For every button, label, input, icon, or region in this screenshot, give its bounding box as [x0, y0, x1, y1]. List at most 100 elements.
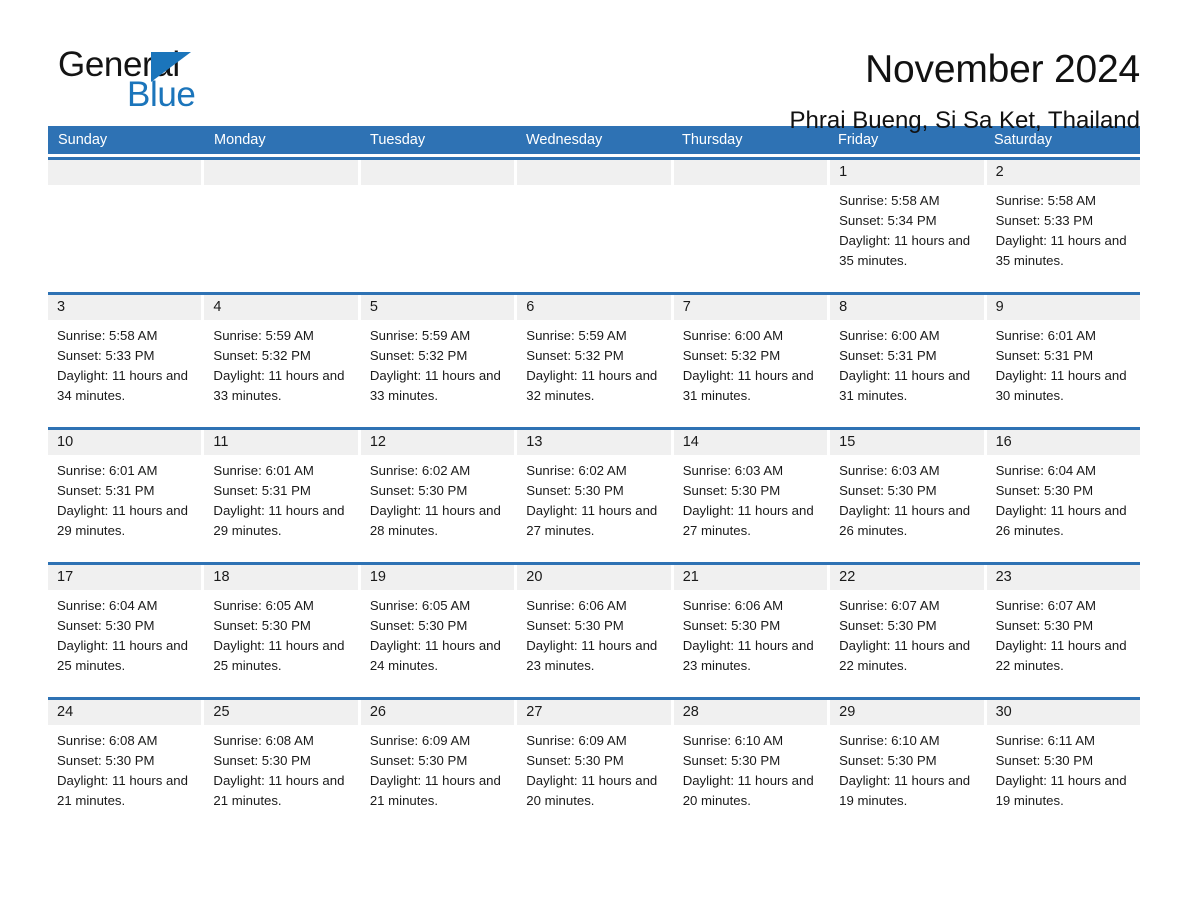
- daylight-text: Daylight: 11 hours and 20 minutes.: [526, 773, 658, 808]
- day-details: Sunrise: 5:59 AM Sunset: 5:32 PM Daylight:…: [361, 320, 514, 406]
- daylight-text: Daylight: 11 hours and 25 minutes.: [213, 638, 345, 673]
- daylight-text: Daylight: 11 hours and 21 minutes.: [57, 773, 188, 808]
- day-cell-30[interactable]: 30 Sunrise: 6:11 AM Sunset: 5:30 PM Dayligh…: [986, 700, 1140, 826]
- day-cell-9[interactable]: 9 Sunrise: 6:01 AM Sunset: 5:31 PM Daylight…: [986, 295, 1140, 421]
- sunrise-text: Sunrise: 6:01 AM: [995, 328, 1096, 343]
- day-details: Sunrise: 6:10 AM Sunset: 5:30 PM Daylight:…: [830, 725, 983, 811]
- general-blue-logo[interactable]: General Blue: [48, 44, 278, 118]
- day-number: 21: [673, 565, 828, 590]
- sunrise-text: Sunrise: 5:59 AM: [369, 328, 471, 343]
- day-number: 12: [360, 430, 515, 455]
- sunrise-text: Sunrise: 6:00 AM: [839, 328, 940, 343]
- day-number: 2: [986, 160, 1140, 185]
- day-details: Sunrise: 6:07 AM Sunset: 5:30 PM Daylight:…: [987, 590, 1140, 676]
- sunrise-text: Sunrise: 6:03 AM: [682, 463, 784, 478]
- day-details: Sunrise: 6:06 AM Sunset: 5:30 PM Daylight:…: [517, 590, 670, 676]
- sunset-text: Sunset: 5:33 PM: [57, 348, 155, 363]
- daylight-text: Daylight: 11 hours and 33 minutes.: [213, 368, 345, 403]
- day-cell-16[interactable]: 16 Sunrise: 6:04 AM Sunset: 5:30 PM Dayligh…: [986, 430, 1140, 556]
- day-number: 17: [48, 565, 202, 590]
- day-cell-8[interactable]: 8 Sunrise: 6:00 AM Sunset: 5:31 PM Daylight…: [830, 295, 984, 421]
- sunrise-text: Sunrise: 5:58 AM: [995, 193, 1096, 208]
- daylight-text: Daylight: 11 hours and 35 minutes.: [995, 233, 1127, 268]
- day-cell-7[interactable]: 7 Sunrise: 6:00 AM Sunset: 5:32 PM Daylight…: [673, 295, 828, 421]
- day-number: 19: [360, 565, 515, 590]
- day-number: 7: [673, 295, 828, 320]
- day-cell-28[interactable]: 28 Sunrise: 6:10 AM Sunset: 5:30 PM Dayligh…: [673, 700, 828, 826]
- sunset-text: Sunset: 5:30 PM: [995, 483, 1094, 498]
- day-cell-24[interactable]: 24 Sunrise: 6:08 AM Sunset: 5:30 PM Dayligh…: [48, 700, 202, 826]
- daylight-text: Daylight: 11 hours and 32 minutes.: [526, 368, 658, 403]
- day-cell-1[interactable]: 1 Sunrise: 5:58 AM Sunset: 5:34 PM Daylight…: [830, 160, 984, 286]
- day-details: Sunrise: 6:08 AM Sunset: 5:30 PM Daylight:…: [204, 725, 357, 811]
- weekday-header-monday: Monday: [214, 132, 266, 148]
- day-cell-25[interactable]: 25 Sunrise: 6:08 AM Sunset: 5:30 PM Dayligh…: [204, 700, 358, 826]
- sunset-text: Sunset: 5:30 PM: [213, 618, 311, 633]
- day-cell-3[interactable]: 3 Sunrise: 5:58 AM Sunset: 5:33 PM Daylight…: [48, 295, 202, 421]
- daylight-text: Daylight: 11 hours and 23 minutes.: [682, 638, 814, 673]
- weekday-header-sunday: Sunday: [58, 132, 108, 148]
- day-details: Sunrise: 6:01 AM Sunset: 5:31 PM Daylight:…: [987, 320, 1140, 406]
- day-cell-empty: [673, 160, 828, 286]
- day-cell-29[interactable]: 29 Sunrise: 6:10 AM Sunset: 5:30 PM Dayligh…: [830, 700, 984, 826]
- sunrise-text: Sunrise: 6:00 AM: [682, 328, 784, 343]
- day-cell-2[interactable]: 2 Sunrise: 5:58 AM Sunset: 5:33 PM Daylight…: [986, 160, 1140, 286]
- day-cell-19[interactable]: 19 Sunrise: 6:05 AM Sunset: 5:30 PM Dayligh…: [360, 565, 515, 691]
- calendar-grid: Sunday Monday Tuesday Wednesday Thursday Frid…: [48, 126, 1140, 826]
- sunset-text: Sunset: 5:30 PM: [213, 753, 311, 768]
- daylight-text: Daylight: 11 hours and 20 minutes.: [682, 773, 814, 808]
- day-details: Sunrise: 6:02 AM Sunset: 5:30 PM Daylight:…: [361, 455, 514, 541]
- sunrise-text: Sunrise: 5:59 AM: [213, 328, 314, 343]
- daylight-text: Daylight: 11 hours and 22 minutes.: [995, 638, 1127, 673]
- day-cell-26[interactable]: 26 Sunrise: 6:09 AM Sunset: 5:30 PM Dayligh…: [360, 700, 515, 826]
- daylight-text: Daylight: 11 hours and 29 minutes.: [57, 503, 188, 538]
- daylight-text: Daylight: 11 hours and 24 minutes.: [369, 638, 501, 673]
- sunrise-text: Sunrise: 6:02 AM: [526, 463, 627, 478]
- day-details: Sunrise: 5:59 AM Sunset: 5:32 PM Daylight:…: [517, 320, 670, 406]
- day-details: Sunrise: 6:09 AM Sunset: 5:30 PM Daylight:…: [517, 725, 670, 811]
- sunset-text: Sunset: 5:30 PM: [995, 753, 1094, 768]
- sunrise-text: Sunrise: 6:07 AM: [995, 598, 1096, 613]
- day-details: Sunrise: 6:08 AM Sunset: 5:30 PM Daylight:…: [48, 725, 201, 811]
- title-block: November 2024 Phrai Bueng, Si Sa Ket, Th…: [790, 44, 1141, 138]
- day-number: 29: [830, 700, 984, 725]
- day-number: 23: [986, 565, 1140, 590]
- day-cell-18[interactable]: 18 Sunrise: 6:05 AM Sunset: 5:30 PM Dayligh…: [204, 565, 358, 691]
- day-details: Sunrise: 6:03 AM Sunset: 5:30 PM Daylight:…: [830, 455, 983, 541]
- sunset-text: Sunset: 5:30 PM: [995, 618, 1094, 633]
- day-cell-17[interactable]: 17 Sunrise: 6:04 AM Sunset: 5:30 PM Dayligh…: [48, 565, 202, 691]
- day-number: 13: [517, 430, 671, 455]
- sunrise-text: Sunrise: 6:06 AM: [682, 598, 784, 613]
- calendar-week-row: 24 Sunrise: 6:08 AM Sunset: 5:30 PM Dayligh…: [48, 697, 1140, 826]
- day-cell-21[interactable]: 21 Sunrise: 6:06 AM Sunset: 5:30 PM Dayligh…: [673, 565, 828, 691]
- sunset-text: Sunset: 5:30 PM: [682, 618, 781, 633]
- sunset-text: Sunset: 5:32 PM: [369, 348, 468, 363]
- day-cell-14[interactable]: 14 Sunrise: 6:03 AM Sunset: 5:30 PM Dayligh…: [673, 430, 828, 556]
- day-cell-23[interactable]: 23 Sunrise: 6:07 AM Sunset: 5:30 PM Dayligh…: [986, 565, 1140, 691]
- day-cell-5[interactable]: 5 Sunrise: 5:59 AM Sunset: 5:32 PM Daylight…: [360, 295, 515, 421]
- day-number: [48, 160, 202, 185]
- day-cell-4[interactable]: 4 Sunrise: 5:59 AM Sunset: 5:32 PM Daylight…: [204, 295, 358, 421]
- day-number: 25: [204, 700, 358, 725]
- day-cell-27[interactable]: 27 Sunrise: 6:09 AM Sunset: 5:30 PM Dayligh…: [517, 700, 671, 826]
- day-cell-22[interactable]: 22 Sunrise: 6:07 AM Sunset: 5:30 PM Dayligh…: [830, 565, 984, 691]
- sunrise-text: Sunrise: 6:10 AM: [682, 733, 784, 748]
- day-cell-15[interactable]: 15 Sunrise: 6:03 AM Sunset: 5:30 PM Dayligh…: [830, 430, 984, 556]
- sunset-text: Sunset: 5:31 PM: [995, 348, 1094, 363]
- daylight-text: Daylight: 11 hours and 33 minutes.: [369, 368, 501, 403]
- day-cell-11[interactable]: 11 Sunrise: 6:01 AM Sunset: 5:31 PM Dayligh…: [204, 430, 358, 556]
- day-cell-6[interactable]: 6 Sunrise: 5:59 AM Sunset: 5:32 PM Daylight…: [517, 295, 671, 421]
- sunrise-text: Sunrise: 6:11 AM: [995, 733, 1096, 748]
- daylight-text: Daylight: 11 hours and 23 minutes.: [526, 638, 658, 673]
- day-cell-13[interactable]: 13 Sunrise: 6:02 AM Sunset: 5:30 PM Dayligh…: [517, 430, 671, 556]
- daylight-text: Daylight: 11 hours and 27 minutes.: [526, 503, 658, 538]
- day-cell-12[interactable]: 12 Sunrise: 6:02 AM Sunset: 5:30 PM Dayligh…: [360, 430, 515, 556]
- sunrise-text: Sunrise: 6:02 AM: [369, 463, 471, 478]
- day-cell-20[interactable]: 20 Sunrise: 6:06 AM Sunset: 5:30 PM Dayligh…: [517, 565, 671, 691]
- sunset-text: Sunset: 5:31 PM: [213, 483, 311, 498]
- day-cell-10[interactable]: 10 Sunrise: 6:01 AM Sunset: 5:31 PM Dayligh…: [48, 430, 202, 556]
- sunset-text: Sunset: 5:31 PM: [57, 483, 155, 498]
- calendar-weeks: 1 Sunrise: 5:58 AM Sunset: 5:34 PM Daylight…: [48, 157, 1140, 826]
- weekday-header-thursday: Thursday: [682, 132, 743, 148]
- day-number: 5: [360, 295, 515, 320]
